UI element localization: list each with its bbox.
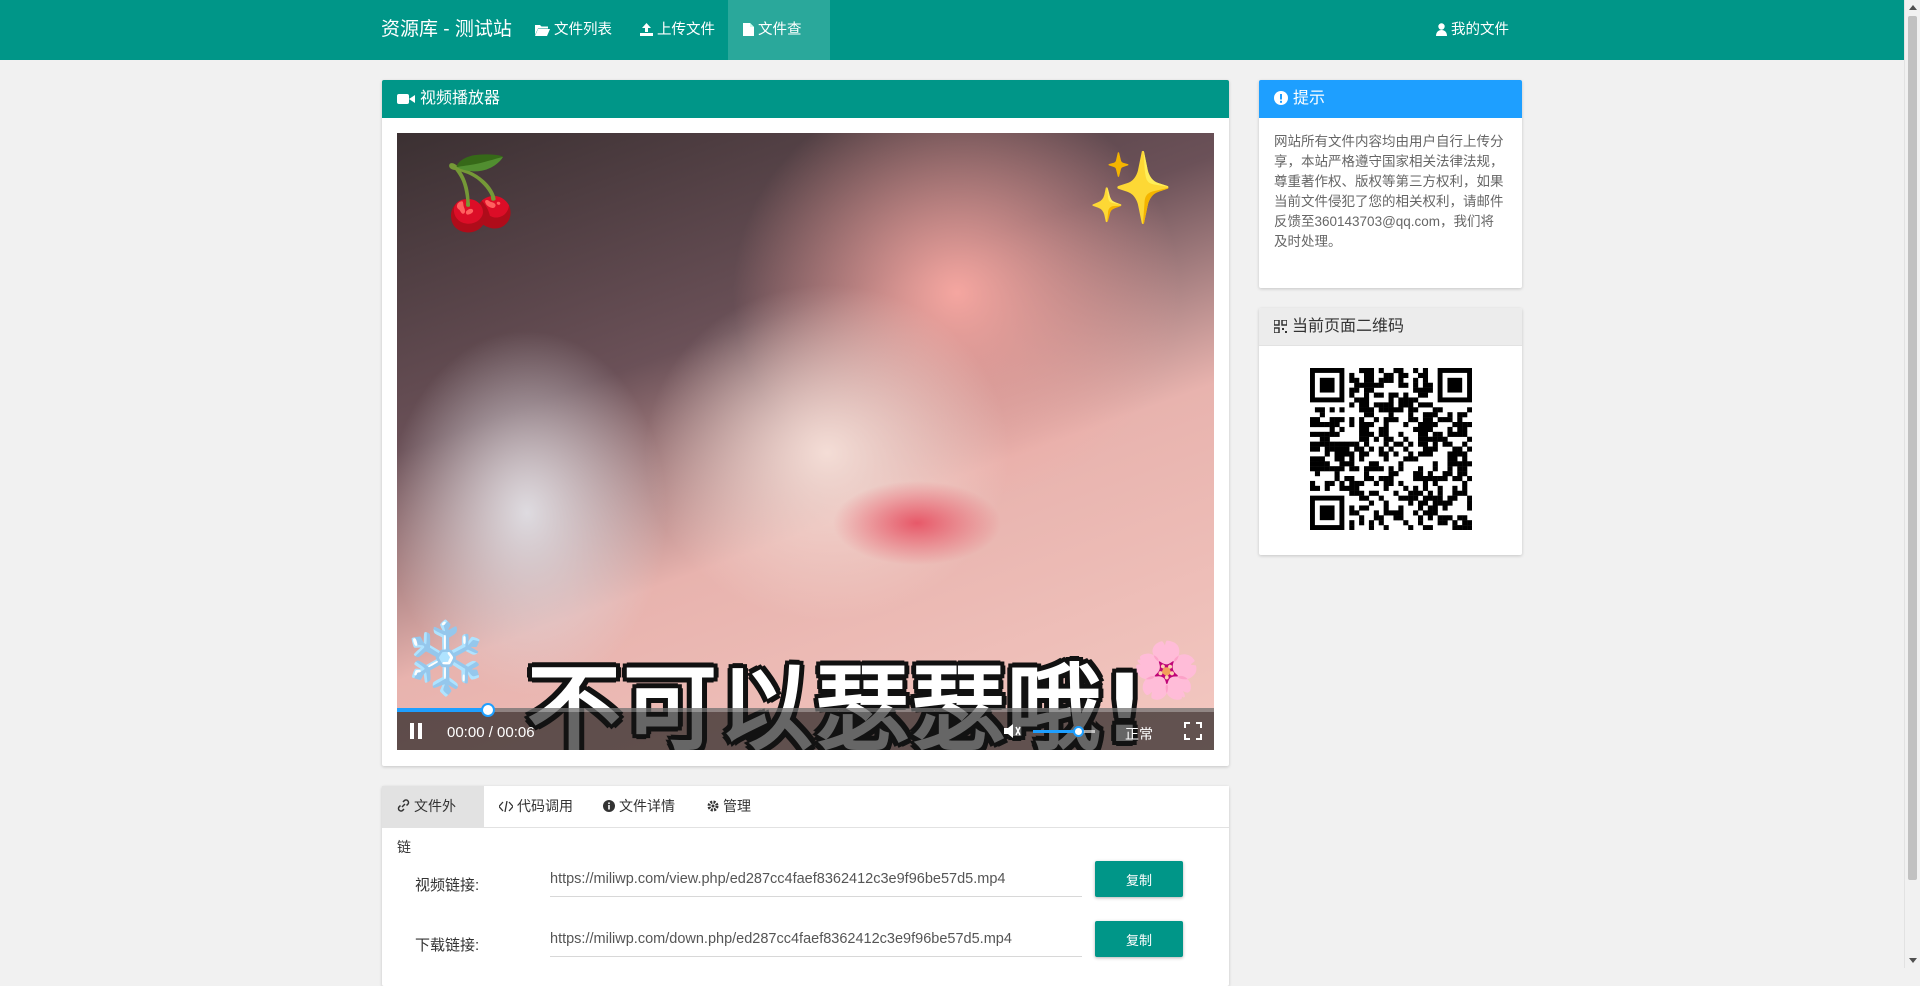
mute-button[interactable] [1003, 722, 1023, 743]
copy-download-link-button[interactable]: 复制 [1095, 921, 1183, 957]
pause-icon [410, 723, 422, 739]
download-link-label: 下载链接: [415, 937, 480, 954]
my-files-label: 我的文件 [1451, 22, 1509, 38]
tab-bar: 文件外链 代码调用 [382, 786, 1229, 855]
nav-label: 上传文件 [657, 22, 715, 38]
sparkle-sticker: ✨ [1087, 149, 1175, 227]
pause-button[interactable] [407, 722, 425, 743]
video-controls: 00:00 / 00:06 正常 [397, 703, 1214, 750]
info-icon [603, 800, 615, 812]
volume-handle[interactable] [1072, 726, 1084, 737]
qrcode-title: 当前页面二维码 [1292, 318, 1405, 335]
nav-label: 文件列表 [554, 22, 612, 38]
progress-handle[interactable] [480, 703, 495, 717]
time-display: 00:00 / 00:06 [447, 724, 535, 741]
video-player-panel: 视频播放器 🍒 ✨ ❄️ 🌸 不可以瑟瑟哦! 00:00 / 00:06 正常 [382, 80, 1229, 766]
notice-title: 提示 [1293, 90, 1326, 107]
video-player-title: 视频播放器 [420, 90, 501, 107]
link-icon [397, 799, 410, 812]
speed-selector[interactable]: 正常 [1125, 724, 1153, 744]
tab-file-details[interactable]: 文件详情 [588, 786, 690, 827]
tab-label: 代码调用 [517, 798, 573, 814]
video-link-label: 视频链接: [415, 877, 480, 894]
exclamation-circle-icon [1274, 91, 1288, 105]
tab-manage[interactable]: 管理 [692, 786, 766, 827]
scroll-up-arrow[interactable] [1909, 5, 1917, 10]
upload-icon [640, 23, 653, 36]
user-icon [1436, 23, 1447, 36]
top-navbar: 资源库 - 测试站 文件列表 上传文件 文件查看 我的文件 [0, 0, 1904, 98]
nav-item-file-list[interactable]: 文件列表 [520, 0, 627, 60]
volume-icon [1004, 724, 1021, 738]
gear-icon [707, 800, 719, 812]
volume-slider[interactable] [1033, 726, 1095, 737]
qrcode-image [1310, 368, 1473, 531]
copy-video-link-button[interactable]: 复制 [1095, 861, 1183, 897]
qrcode-panel: 当前页面二维码 [1259, 308, 1522, 555]
file-icon [743, 23, 754, 36]
code-icon [498, 800, 514, 813]
video-player-header: 视频播放器 [382, 80, 1229, 118]
folder-open-icon [535, 25, 550, 36]
nav-item-file-view[interactable]: 文件查看 [728, 0, 830, 98]
tab-code-embed[interactable]: 代码调用 [484, 786, 588, 827]
progress-bar[interactable] [397, 703, 1214, 717]
video-viewport[interactable]: 🍒 ✨ ❄️ 🌸 不可以瑟瑟哦! 00:00 / 00:06 正常 [397, 133, 1214, 750]
notice-panel: 提示 网站所有文件内容均由用户自行上传分享，本站严格遵守国家相关法律法规，尊重著… [1259, 80, 1522, 288]
scroll-thumb[interactable] [1908, 16, 1917, 880]
tab-label: 文件详情 [619, 798, 675, 814]
volume-fill [1033, 730, 1078, 733]
video-link-input[interactable] [550, 862, 1082, 897]
progress-fill [397, 708, 487, 712]
tab-file-links[interactable]: 文件外链 [382, 786, 484, 855]
qrcode-graphic [1310, 368, 1473, 531]
site-brand[interactable]: 资源库 - 测试站 [381, 0, 512, 60]
notice-text: 网站所有文件内容均由用户自行上传分享，本站严格遵守国家相关法律法规，尊重著作权、… [1274, 134, 1504, 249]
qrcode-header: 当前页面二维码 [1259, 308, 1522, 346]
video-camera-icon [397, 94, 415, 104]
notice-header: 提示 [1259, 80, 1522, 118]
page-scrollbar[interactable] [1904, 0, 1920, 968]
qrcode-icon [1273, 319, 1288, 334]
fullscreen-button[interactable] [1184, 722, 1202, 743]
download-link-input[interactable] [550, 922, 1082, 957]
fullscreen-icon [1184, 722, 1202, 740]
scroll-down-arrow[interactable] [1909, 958, 1917, 963]
cherry-sticker: 🍒 [437, 154, 525, 232]
tab-label: 管理 [723, 798, 751, 814]
my-files-link[interactable]: 我的文件 [1421, 0, 1524, 60]
snowflake-sticker: ❄️ [402, 619, 490, 697]
nav-item-upload[interactable]: 上传文件 [625, 0, 730, 60]
